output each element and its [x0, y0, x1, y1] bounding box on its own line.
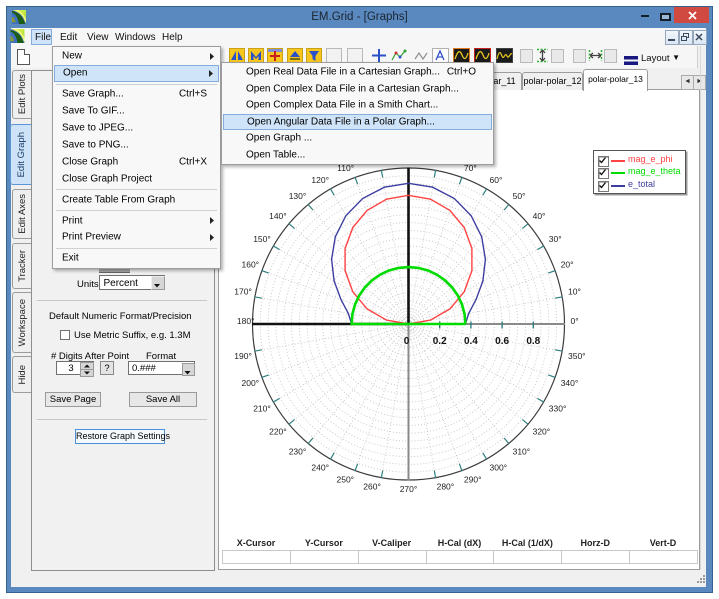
svg-text:30°: 30° [549, 234, 562, 244]
svg-text:0.4: 0.4 [464, 336, 478, 347]
svg-text:120°: 120° [311, 175, 329, 185]
svg-text:130°: 130° [289, 191, 307, 201]
svg-text:220°: 220° [269, 427, 287, 437]
svg-text:60°: 60° [490, 175, 503, 185]
svg-text:0.2: 0.2 [433, 336, 447, 347]
svg-text:190°: 190° [234, 351, 252, 361]
svg-text:270°: 270° [400, 484, 418, 494]
svg-text:330°: 330° [549, 404, 567, 414]
svg-text:340°: 340° [561, 378, 579, 388]
svg-text:0.6: 0.6 [495, 336, 509, 347]
svg-text:170°: 170° [234, 287, 252, 297]
svg-text:300°: 300° [490, 462, 508, 472]
svg-text:350°: 350° [568, 351, 586, 361]
svg-text:0°: 0° [571, 316, 579, 326]
svg-text:20°: 20° [561, 259, 574, 269]
svg-text:40°: 40° [533, 211, 546, 221]
svg-text:290°: 290° [464, 474, 482, 484]
svg-text:230°: 230° [289, 446, 307, 456]
svg-text:240°: 240° [311, 462, 329, 472]
svg-text:140°: 140° [269, 211, 287, 221]
svg-text:180°: 180° [237, 316, 255, 326]
svg-text:0: 0 [404, 336, 410, 347]
svg-text:320°: 320° [533, 427, 551, 437]
svg-text:200°: 200° [242, 378, 260, 388]
svg-text:10°: 10° [568, 287, 581, 297]
svg-text:150°: 150° [253, 234, 271, 244]
svg-text:260°: 260° [363, 482, 381, 492]
svg-text:50°: 50° [513, 191, 526, 201]
svg-text:210°: 210° [253, 404, 271, 414]
svg-text:0.8: 0.8 [526, 336, 540, 347]
svg-text:280°: 280° [437, 482, 455, 492]
svg-text:310°: 310° [513, 446, 531, 456]
svg-text:250°: 250° [337, 474, 355, 484]
svg-text:160°: 160° [242, 259, 260, 269]
